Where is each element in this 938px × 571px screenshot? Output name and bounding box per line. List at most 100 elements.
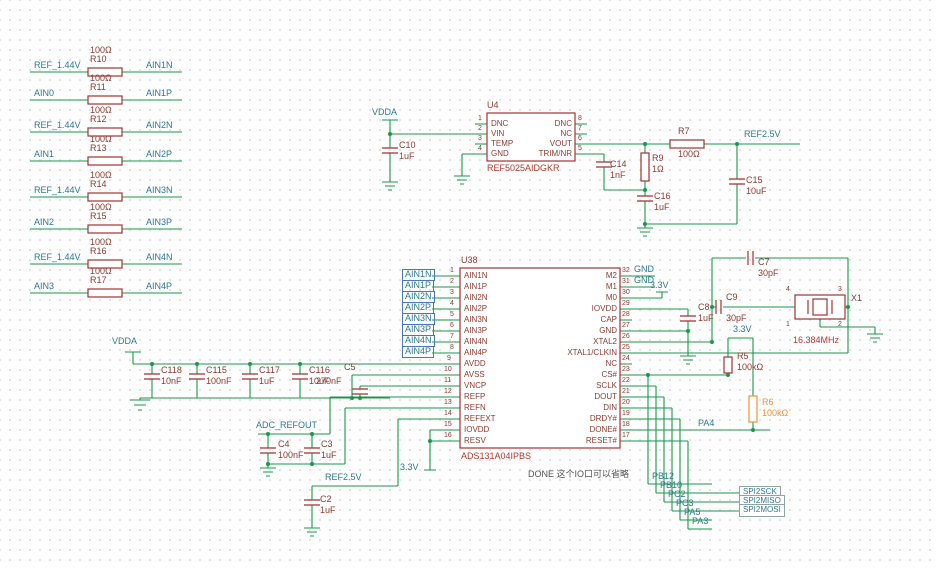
pin-name: CS# (601, 370, 617, 379)
pin-name: NC (560, 129, 572, 138)
component-ref[interactable]: C15 (746, 175, 763, 186)
component-ref[interactable]: C5 (344, 362, 356, 373)
component-value[interactable]: 100nF (206, 376, 232, 387)
component-ref[interactable]: C4 (278, 439, 290, 450)
component-ref[interactable]: R11 (90, 82, 106, 93)
net-label[interactable]: AIN1N (146, 60, 173, 71)
pin-name: DONE# (589, 425, 617, 434)
net-label[interactable]: AIN4N (146, 252, 173, 263)
component-value[interactable]: 100Ω (678, 149, 700, 160)
net-label[interactable]: AIN4P (402, 346, 435, 358)
component-ref[interactable]: C7 (758, 257, 770, 268)
canvas-margin-bottom (0, 563, 938, 571)
component-ref[interactable]: C2 (320, 494, 332, 505)
component-value[interactable]: 1uF (321, 450, 337, 461)
component-ref[interactable]: R16 (90, 246, 107, 257)
component-ref[interactable]: C9 (726, 292, 738, 303)
ic-refdes[interactable]: U38 (461, 255, 478, 266)
net-label[interactable]: AIN3P (146, 217, 172, 228)
component-value[interactable]: 1uF (698, 313, 714, 324)
wire (382, 119, 475, 182)
net-label[interactable]: AIN3 (34, 281, 54, 292)
net-label[interactable]: AIN0 (34, 88, 54, 99)
component-value[interactable]: 1nF (610, 170, 626, 181)
net-label[interactable]: AIN4P (146, 281, 172, 292)
component-ref[interactable]: C10 (399, 140, 416, 151)
net-label[interactable]: AIN2 (34, 217, 54, 228)
pin-name: AIN3N (464, 315, 488, 324)
net-label[interactable]: GND (634, 264, 654, 275)
net-label[interactable]: REF_1.44V (34, 252, 81, 263)
net-label[interactable]: AIN1 (34, 149, 54, 160)
pin-name: AIN2N (464, 293, 488, 302)
component-ref[interactable]: R17 (90, 275, 107, 286)
component-value[interactable]: 16.384MHz (793, 335, 839, 346)
port-flag[interactable]: SPI2MOSI (739, 504, 785, 517)
power-flag-label[interactable]: 3.3V (400, 462, 419, 473)
component-value[interactable]: 100kΩ (762, 408, 788, 419)
pin-number: 16 (444, 432, 452, 439)
power-flag-label[interactable]: VDDA (372, 107, 397, 118)
net-label[interactable]: REF_1.44V (34, 60, 81, 71)
component-ref[interactable]: R6 (762, 397, 774, 408)
component-value[interactable]: 1uF (654, 202, 670, 213)
pin-name: CAP (600, 315, 617, 324)
component-ref[interactable]: C115 (206, 365, 227, 376)
pin-name: AIN4N (464, 337, 488, 346)
component-ref[interactable]: C8 (698, 302, 710, 313)
component-value[interactable]: 1Ω (652, 164, 664, 175)
resistor-body (87, 224, 123, 234)
component-value[interactable]: 100nF (278, 450, 304, 461)
net-label[interactable]: AIN1P (146, 88, 172, 99)
component-ref[interactable]: C3 (321, 439, 333, 450)
net-label[interactable]: ADC_REFOUT (256, 420, 317, 431)
component-ref[interactable]: C117 (259, 365, 280, 376)
power-flag-label[interactable]: 3.3V (650, 280, 669, 291)
resistor-body-r6 (748, 395, 758, 423)
component-value[interactable]: 1uF (259, 376, 275, 387)
component-ref[interactable]: X1 (851, 293, 862, 304)
component-ref[interactable]: C116 (309, 365, 330, 376)
pin-name: DIN (603, 403, 617, 412)
component-value[interactable]: 1uF (399, 151, 415, 162)
component-ref[interactable]: R15 (90, 211, 107, 222)
component-ref[interactable]: R7 (678, 126, 690, 137)
power-flag-label[interactable]: VDDA (112, 336, 137, 347)
net-label[interactable]: REF2.5V (744, 129, 781, 140)
component-value[interactable]: 100kΩ (737, 362, 763, 373)
net-label[interactable]: PA3 (692, 516, 708, 527)
power-flag-label[interactable]: 3.3V (733, 324, 752, 335)
pin-number: 17 (622, 432, 630, 439)
component-ref[interactable]: R14 (90, 179, 107, 190)
net-label[interactable]: AIN2N (146, 120, 173, 131)
pin-number: 4 (478, 145, 482, 152)
ic-partnumber[interactable]: REF5025AIDGKR (487, 163, 560, 174)
component-value[interactable]: 270nF (316, 376, 342, 387)
ic-refdes[interactable]: U4 (487, 100, 499, 111)
component-value[interactable]: 10nF (161, 376, 182, 387)
highlighted-component[interactable] (748, 395, 758, 423)
component-value[interactable]: 1uF (320, 505, 336, 516)
net-label[interactable]: REF_1.44V (34, 120, 81, 131)
ic-partnumber[interactable]: ADS131A04IPBS (461, 451, 531, 462)
capacitor-icon (304, 447, 320, 454)
component-value[interactable]: 30pF (758, 268, 779, 279)
component-ref[interactable]: R13 (90, 143, 107, 154)
pin-name: GND (599, 326, 617, 335)
component-value[interactable]: 10uF (746, 186, 767, 197)
component-value[interactable]: 30pF (726, 313, 747, 324)
component-ref[interactable]: R9 (652, 153, 664, 164)
net-label[interactable]: PA4 (698, 418, 714, 429)
net-label[interactable]: AIN3N (146, 185, 173, 196)
pin-name: AVDD (464, 359, 486, 368)
net-label[interactable]: AIN2P (146, 149, 172, 160)
annotation-note[interactable]: DONE 这个IO口可以省略 (528, 469, 629, 480)
component-ref[interactable]: R12 (90, 114, 107, 125)
component-ref[interactable]: C118 (161, 365, 182, 376)
net-label[interactable]: REF2.5V (325, 472, 362, 483)
component-ref[interactable]: R5 (737, 351, 749, 362)
component-ref[interactable]: C16 (654, 191, 671, 202)
component-ref[interactable]: R10 (90, 54, 107, 65)
component-ref[interactable]: C14 (610, 159, 627, 170)
net-label[interactable]: REF_1.44V (34, 185, 81, 196)
